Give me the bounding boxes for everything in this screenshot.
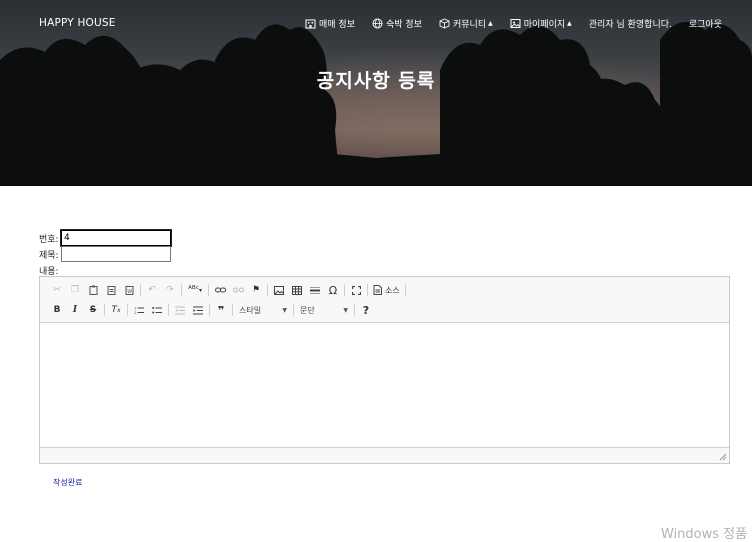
toolbar-separator bbox=[181, 284, 182, 296]
blockquote-icon[interactable]: ❞ bbox=[212, 302, 230, 318]
image-icon bbox=[510, 18, 521, 29]
page-title: 공지사항 등록 bbox=[316, 70, 436, 92]
toolbar-separator bbox=[168, 304, 169, 316]
number-field[interactable] bbox=[60, 229, 172, 247]
paste-text-icon[interactable] bbox=[102, 282, 120, 298]
nav-item-lodging-info[interactable]: 숙박 정보 bbox=[372, 17, 422, 30]
help-icon[interactable]: ? bbox=[357, 302, 375, 318]
source-button[interactable]: 소스 bbox=[370, 285, 403, 296]
number-label: 번호: bbox=[39, 234, 59, 245]
nav-label: 커뮤니티 bbox=[452, 20, 487, 30]
special-char-icon[interactable]: Ω bbox=[324, 282, 342, 298]
cut-icon[interactable]: ✂ bbox=[48, 282, 66, 298]
number-row: 번호: bbox=[39, 229, 172, 247]
format-label: 문단 bbox=[300, 305, 315, 315]
content-label: 내용: bbox=[39, 266, 59, 277]
logout-link[interactable]: 로그아웃 bbox=[689, 17, 722, 30]
remove-format-icon[interactable]: Tx bbox=[107, 302, 125, 318]
windows-activation-watermark: Windows 정품 인 bbox=[661, 527, 752, 542]
toolbar-separator bbox=[208, 284, 209, 296]
toolbar-separator bbox=[354, 304, 355, 316]
svg-text:W: W bbox=[127, 289, 132, 295]
rich-text-editor: ✂ ❐ W ↶ ↷ ᴬᴮᶜ ▾ ⚑ Ω 소스 B I S T x 1 2 ❞ 스… bbox=[39, 276, 730, 464]
outdent-icon[interactable] bbox=[171, 302, 189, 318]
toolbar-row-2: B I S Tx 12 ❞ 스타일 ▼ 문단 ▼ ? bbox=[48, 301, 375, 319]
top-nav: 매매 정보 숙박 정보 커뮤니티 ▲ 마이페이지 ▲ 관리자 님 환영합니다. … bbox=[288, 17, 722, 30]
link-icon[interactable] bbox=[211, 282, 229, 298]
toolbar-separator bbox=[367, 284, 368, 296]
cube-icon bbox=[439, 18, 450, 29]
hero-banner: HAPPY HOUSE 매매 정보 숙박 정보 커뮤니티 ▲ 마이페이지 ▲ 관… bbox=[0, 0, 752, 186]
nav-item-mypage[interactable]: 마이페이지 ▲ bbox=[510, 17, 572, 30]
toolbar-separator bbox=[267, 284, 268, 296]
nav-item-community[interactable]: 커뮤니티 ▲ bbox=[439, 17, 493, 30]
toolbar-row-1: ✂ ❐ W ↶ ↷ ᴬᴮᶜ ▾ ⚑ Ω 소스 bbox=[48, 281, 408, 299]
nav-item-sale-info[interactable]: 매매 정보 bbox=[305, 17, 355, 30]
dropdown-arrow-icon: ▼ bbox=[282, 306, 287, 314]
source-label: 소스 bbox=[385, 285, 400, 295]
table-icon[interactable] bbox=[288, 282, 306, 298]
toolbar-separator bbox=[140, 284, 141, 296]
horizontal-line-icon[interactable] bbox=[306, 282, 324, 298]
bulleted-list-icon[interactable] bbox=[148, 302, 166, 318]
undo-icon[interactable]: ↶ bbox=[143, 282, 161, 298]
strikethrough-icon[interactable]: S bbox=[84, 302, 102, 318]
bold-icon[interactable]: B bbox=[48, 302, 66, 318]
caret-up-icon: ▲ bbox=[488, 20, 493, 27]
notice-form: 번호: 제목: 내용: bbox=[39, 229, 172, 278]
toolbar-separator bbox=[209, 304, 210, 316]
nav-greeting: 관리자 님 환영합니다. bbox=[588, 20, 672, 30]
copy-icon[interactable]: ❐ bbox=[66, 282, 84, 298]
editor-content-area[interactable] bbox=[40, 323, 729, 448]
style-label: 스타일 bbox=[239, 305, 262, 315]
image-insert-icon[interactable] bbox=[270, 282, 288, 298]
nav-label: 마이페이지 bbox=[523, 20, 566, 30]
paste-icon[interactable] bbox=[84, 282, 102, 298]
toolbar-separator bbox=[127, 304, 128, 316]
toolbar-separator bbox=[232, 304, 233, 316]
paragraph-format-dropdown[interactable]: 문단 ▼ bbox=[296, 303, 352, 317]
toolbar-separator bbox=[104, 304, 105, 316]
submit-button[interactable]: 작성완료 bbox=[53, 477, 82, 488]
globe-icon bbox=[372, 18, 383, 29]
italic-icon[interactable]: I bbox=[66, 302, 84, 318]
paste-word-icon[interactable]: W bbox=[120, 282, 138, 298]
indent-icon[interactable] bbox=[189, 302, 207, 318]
numbered-list-icon[interactable]: 12 bbox=[130, 302, 148, 318]
unlink-icon[interactable] bbox=[229, 282, 247, 298]
document-icon bbox=[373, 285, 382, 295]
brand-link[interactable]: HAPPY HOUSE bbox=[39, 17, 116, 29]
dropdown-arrow-icon: ▼ bbox=[343, 306, 348, 314]
title-label: 제목: bbox=[39, 250, 59, 261]
maximize-icon[interactable] bbox=[347, 282, 365, 298]
toolbar-separator bbox=[293, 304, 294, 316]
nav-label: 숙박 정보 bbox=[386, 20, 422, 30]
svg-text:2: 2 bbox=[134, 311, 136, 315]
toolbar-separator bbox=[404, 284, 406, 296]
editor-toolbar: ✂ ❐ W ↶ ↷ ᴬᴮᶜ ▾ ⚑ Ω 소스 B I S T x 1 2 ❞ 스… bbox=[40, 277, 729, 323]
title-row: 제목: bbox=[39, 246, 171, 262]
spellcheck-icon[interactable]: ᴬᴮᶜ ▾ bbox=[184, 282, 206, 298]
toolbar-separator bbox=[344, 284, 345, 296]
title-field[interactable] bbox=[61, 246, 171, 262]
style-dropdown[interactable]: 스타일 ▼ bbox=[235, 303, 291, 317]
anchor-flag-icon[interactable]: ⚑ bbox=[247, 282, 265, 298]
nav-label: 매매 정보 bbox=[319, 20, 355, 30]
redo-icon[interactable]: ↷ bbox=[161, 282, 179, 298]
svg-text:1: 1 bbox=[134, 306, 136, 310]
building-icon bbox=[305, 18, 316, 29]
caret-up-icon: ▲ bbox=[567, 20, 572, 27]
resize-handle-icon[interactable] bbox=[719, 453, 727, 461]
